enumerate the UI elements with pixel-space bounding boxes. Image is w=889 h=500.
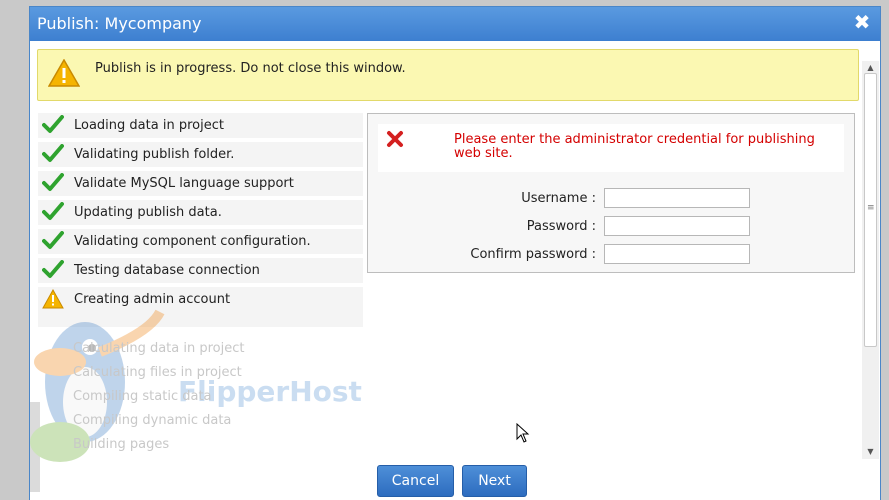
scroll-down-icon[interactable]: ▼ [862,445,879,459]
scrollbar-thumb[interactable]: ≡ [864,73,877,347]
step-label: Creating admin account [74,292,231,307]
step-label: Validating component configuration. [74,234,311,249]
warning-icon [42,289,64,309]
check-icon [42,144,64,162]
username-input[interactable] [604,188,750,208]
step-label: Testing database connection [74,263,260,278]
step-label: Updating publish data. [74,205,222,220]
list-item: Validating component configuration. [38,229,363,254]
warning-icon [48,59,80,87]
close-icon[interactable]: ✖ [851,11,873,33]
list-item: Validate MySQL language support [38,171,363,196]
error-x-icon [387,131,403,147]
list-item: Compiling dynamic data [73,413,232,428]
error-message-box: Please enter the administrator credentia… [378,124,844,172]
username-row: Username : [368,188,856,210]
password-input[interactable] [604,216,750,236]
check-icon [42,202,64,220]
check-icon [42,260,64,278]
list-item: Compiling static data [73,389,212,404]
list-item: Calculating data in project [73,341,245,356]
error-message: Please enter the administrator credentia… [454,132,815,161]
title-bar: Publish: Mycompany ✖ [30,7,880,41]
step-list: Loading data in project Validating publi… [38,113,363,331]
publish-dialog: Publish: Mycompany ✖ Publish is in progr… [29,6,881,500]
list-item: Testing database connection [38,258,363,283]
step-label: Loading data in project [74,118,224,133]
list-item: Validating publish folder. [38,142,363,167]
check-icon [42,115,64,133]
progress-alert: Publish is in progress. Do not close thi… [37,49,859,101]
password-row: Password : [368,216,856,238]
list-item: Updating publish data. [38,200,363,225]
check-icon [42,231,64,249]
confirm-password-input[interactable] [604,244,750,264]
list-item: Creating admin account [38,287,363,327]
cancel-button[interactable]: Cancel [377,465,454,497]
username-label: Username : [521,191,596,206]
check-icon [42,173,64,191]
credential-panel: Please enter the administrator credentia… [367,113,855,273]
list-item: Building pages [73,437,170,452]
next-button[interactable]: Next [462,465,527,497]
list-item: Calculating files in project [73,365,242,380]
pending-step-list: Calculating data in project Calculating … [73,337,244,457]
mouse-cursor-icon [516,423,530,443]
alert-message: Publish is in progress. Do not close thi… [95,61,406,76]
grip-icon: ≡ [867,203,875,213]
confirm-password-label: Confirm password : [470,247,596,262]
list-item: Loading data in project [38,113,363,138]
confirm-password-row: Confirm password : [368,244,856,266]
step-label: Validate MySQL language support [74,176,294,191]
step-label: Validating publish folder. [74,147,235,162]
password-label: Password : [526,219,596,234]
vertical-scrollbar[interactable]: ▲ ≡ ▼ [862,61,879,459]
window-title: Publish: Mycompany [37,14,202,33]
